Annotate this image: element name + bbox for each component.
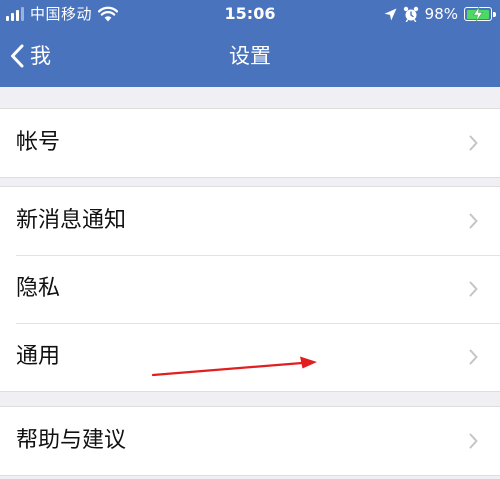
page-title: 设置 <box>229 44 271 68</box>
location-arrow-icon <box>384 8 397 20</box>
settings-group-main: 新消息通知 隐私 通用 <box>0 186 500 392</box>
navigation-bar: 我 设置 <box>0 28 500 84</box>
battery-percent: 98% <box>424 5 458 23</box>
chevron-right-icon <box>469 433 478 449</box>
settings-group-help: 帮助与建议 <box>0 406 500 476</box>
settings-item-label: 通用 <box>16 344 61 369</box>
settings-item-help-feedback[interactable]: 帮助与建议 <box>0 407 500 475</box>
settings-item-account[interactable]: 帐号 <box>0 109 500 177</box>
chevron-right-icon <box>469 281 478 297</box>
settings-item-general[interactable]: 通用 <box>0 323 500 391</box>
settings-item-label: 帮助与建议 <box>16 428 127 453</box>
chevron-right-icon <box>469 213 478 229</box>
settings-item-label: 隐私 <box>16 276 61 301</box>
settings-item-privacy[interactable]: 隐私 <box>0 255 500 323</box>
settings-item-label: 帐号 <box>16 130 61 155</box>
status-right: 98% <box>384 4 496 24</box>
settings-screen: 中国移动 15:06 98% 我 设置 帐号 新消息通知 隐私 通用 帮助与建议 <box>0 0 500 479</box>
chevron-right-icon <box>469 349 478 365</box>
status-bar: 中国移动 15:06 98% <box>0 0 500 28</box>
settings-group-account: 帐号 <box>0 108 500 178</box>
top-bar: 中国移动 15:06 98% 我 设置 <box>0 0 500 87</box>
settings-item-label: 新消息通知 <box>16 208 127 233</box>
chevron-right-icon <box>469 135 478 151</box>
settings-item-notifications[interactable]: 新消息通知 <box>0 187 500 255</box>
alarm-clock-icon <box>403 6 418 22</box>
battery-charging-icon <box>464 7 496 21</box>
